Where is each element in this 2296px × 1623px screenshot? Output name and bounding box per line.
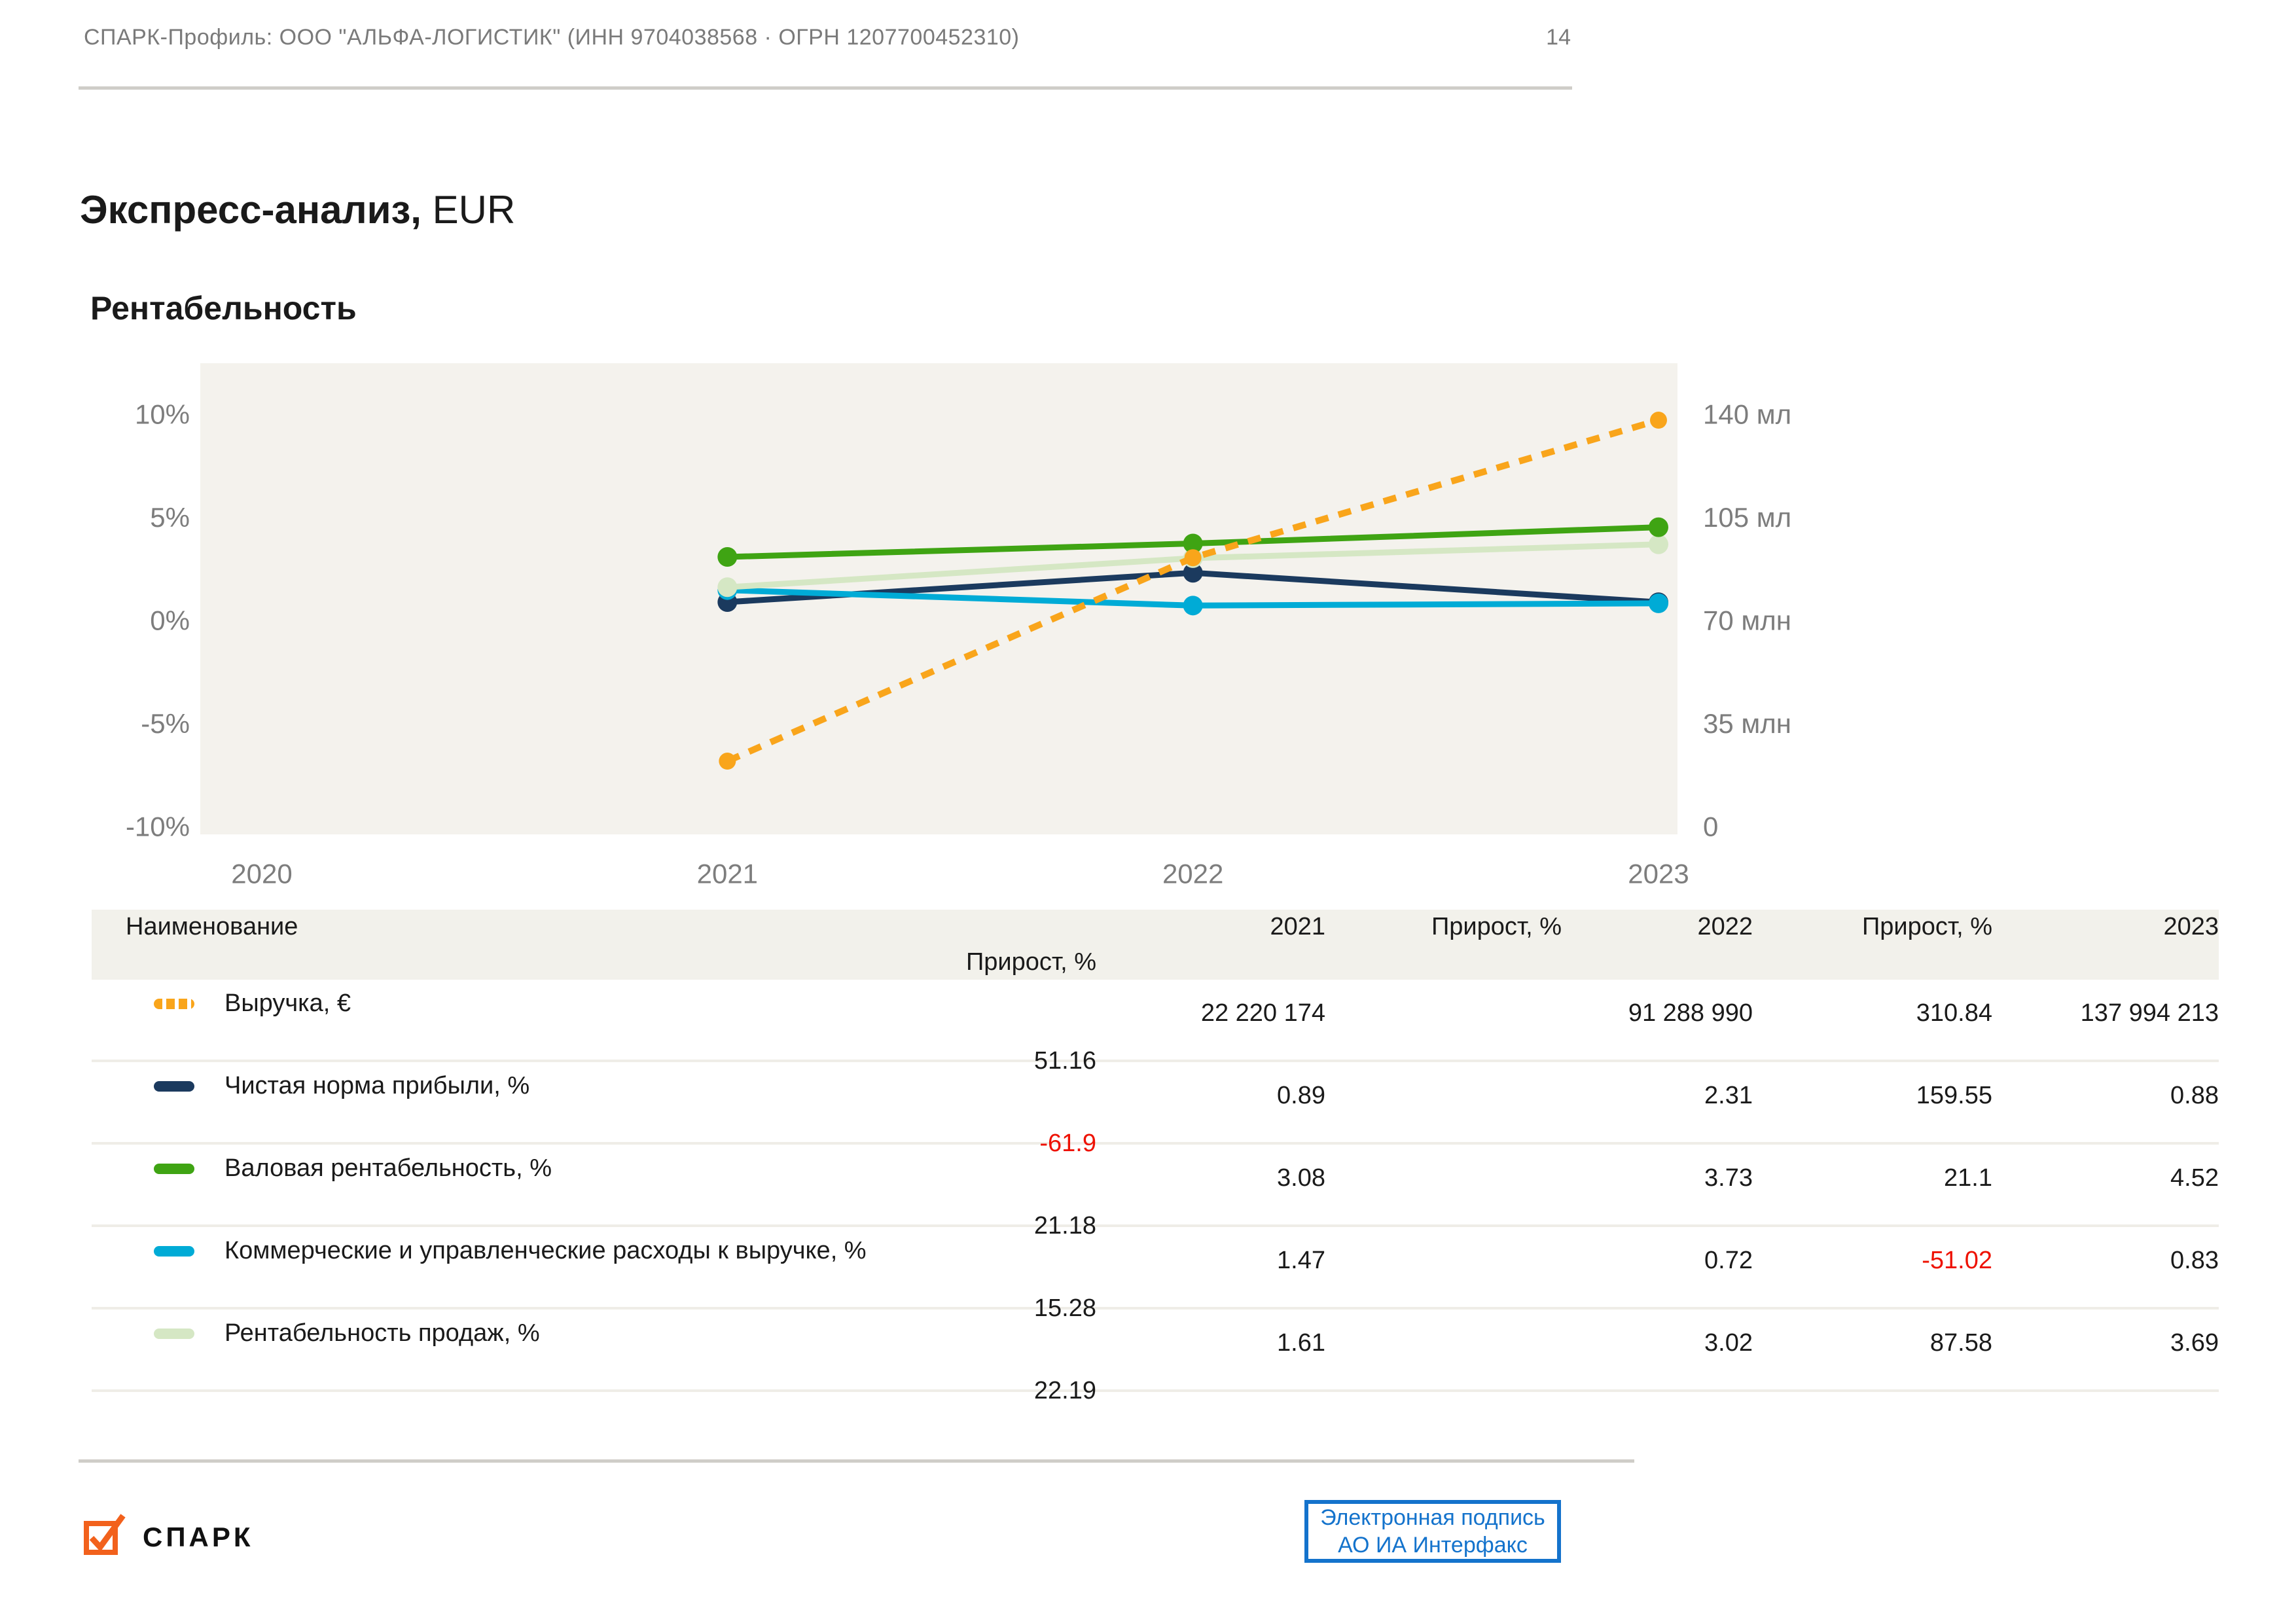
metric-name-label: Чистая норма прибыли, % [224, 1072, 530, 1099]
table-value-cell: 91 288 990 [1628, 999, 1753, 1027]
left-axis-tick: -5% [141, 708, 190, 739]
signature-line1: Электронная подпись [1320, 1505, 1545, 1530]
profitability-table: Наименование 2021 Прирост, % 2022 Прирос… [92, 910, 2219, 1404]
table-value-cell: 3.73 [1704, 1164, 1753, 1192]
table-value-cell [1325, 1227, 1562, 1247]
table-row: Коммерческие и управленческие расходы к … [92, 1227, 2219, 1322]
right-axis-tick: 0 [1703, 812, 1718, 842]
electronic-signature-button[interactable]: Электронная подпись АО ИА Интерфакс [1304, 1500, 1561, 1563]
table-body: Выручка, € 22 220 174 91 288 990 310.84 137 … [92, 980, 2219, 1404]
table-value-cell: 310.84 [1916, 999, 1992, 1027]
metric-name-label: Выручка, € [224, 990, 351, 1017]
left-axis-tick: 10% [135, 399, 190, 430]
data-point [1183, 596, 1203, 616]
table-value-cell: 1.47 [1277, 1247, 1325, 1274]
left-axis-tick: -10% [126, 812, 190, 842]
data-point [1648, 593, 1668, 613]
column-header-growth-2023: Прирост, % [965, 948, 1096, 976]
page-number: 14 [1546, 25, 1571, 50]
table-value-cell: 3.08 [1277, 1164, 1325, 1192]
metric-name-cell: Рентабельность продаж, % [92, 1310, 1131, 1357]
table-value-cell: 4.52 [2170, 1164, 2219, 1192]
legend-swatch-icon [154, 1163, 194, 1174]
column-header-growth-2021: Прирост, % [1431, 913, 1562, 941]
data-point [1184, 549, 1202, 567]
table-value-cell: 159.55 [1916, 1082, 1992, 1109]
table-value-cell: 2.31 [1704, 1082, 1753, 1109]
spark-logo-text: СПАРК [143, 1522, 254, 1552]
table-value-cell: -51.02 [1922, 1247, 1992, 1274]
data-point [1648, 534, 1668, 554]
table-value-cell [1325, 1310, 1562, 1329]
legend-swatch-icon [154, 1245, 194, 1257]
metric-name-cell: Выручка, € [92, 980, 1131, 1027]
x-axis-tick: 2020 [231, 859, 292, 889]
table-value-cell: 0.89 [1277, 1082, 1325, 1109]
table-value-cell: 0.83 [2170, 1247, 2219, 1274]
table-value-cell [1325, 980, 1562, 999]
table-value-cell: 137 994 213 [2080, 999, 2219, 1027]
x-axis-tick: 2022 [1162, 859, 1223, 889]
page-title-main: Экспресс-анализ, [80, 188, 422, 232]
right-axis-tick: 35 млн [1703, 708, 1791, 739]
table-value-cell: 1.61 [1277, 1329, 1325, 1357]
column-header-2023: 2023 [2163, 913, 2219, 941]
right-axis-tick: 70 млн [1703, 605, 1791, 636]
table-row: Выручка, € 22 220 174 91 288 990 310.84 137 … [92, 980, 2219, 1075]
metric-name-cell: Чистая норма прибыли, % [92, 1062, 1131, 1110]
legend-swatch-icon [154, 998, 194, 1009]
table-value-cell [1325, 1062, 1562, 1082]
table-value-cell: 87.58 [1929, 1329, 1992, 1357]
profitability-chart: 10% 5% 0% -5% -10% 140 млн 105 млн 70 млн 35 млн… [79, 353, 1806, 897]
metric-name-cell: Коммерческие и управленческие расходы к … [92, 1227, 1131, 1275]
page-title-currency: EUR [421, 188, 516, 232]
metric-name-label: Рентабельность продаж, % [224, 1319, 540, 1347]
data-point [717, 577, 738, 597]
column-header-name: Наименование [126, 913, 298, 941]
data-point [1649, 412, 1667, 429]
table-value-cell: 0.72 [1704, 1247, 1753, 1274]
table-row: Чистая норма прибыли, % 0.89 2.31 159.55 0.8… [92, 1062, 2219, 1157]
table-value-cell [1325, 1145, 1562, 1164]
page-title: Экспресс-анализ, EUR [80, 187, 515, 232]
spark-checkbox-icon [84, 1514, 126, 1555]
table-value-cell: 22.19 [1033, 1377, 1096, 1404]
metric-name-label: Валовая рентабельность, % [224, 1154, 552, 1182]
column-header-2022: 2022 [1697, 913, 1753, 941]
table-value-cell: 3.02 [1704, 1329, 1753, 1357]
table-row: Валовая рентабельность, % 3.08 3.73 21.1 4.5… [92, 1145, 2219, 1240]
table-value-cell: 3.69 [2170, 1329, 2219, 1357]
table-header-row: Наименование 2021 Прирост, % 2022 Прирос… [92, 910, 2219, 980]
table-value-cell: 22 220 174 [1200, 999, 1325, 1027]
metric-name-cell: Валовая рентабельность, % [92, 1145, 1131, 1192]
table-value-cell: 0.88 [2170, 1082, 2219, 1109]
right-axis-tick: 140 млн [1703, 399, 1793, 430]
spark-profile-page: { "header": { "profile_line": "СПАРК-Про… [0, 0, 2296, 1623]
metric-name-label: Коммерческие и управленческие расходы к … [224, 1237, 867, 1264]
x-axis-tick: 2021 [697, 859, 758, 889]
legend-swatch-icon [154, 1328, 194, 1339]
footer-divider [79, 1459, 1634, 1463]
left-axis-tick: 5% [150, 502, 190, 533]
table-value-cell: 21.1 [1944, 1164, 1992, 1192]
section-title: Рентабельность [90, 289, 357, 327]
header-divider [79, 86, 1572, 90]
column-header-growth-2022: Прирост, % [1861, 913, 1992, 941]
signature-line2: АО ИА Интерфакс [1338, 1533, 1528, 1558]
legend-swatch-icon [154, 1080, 194, 1092]
data-point [1648, 517, 1668, 537]
right-axis-tick: 105 млн [1703, 502, 1793, 533]
column-header-2021: 2021 [1270, 913, 1325, 941]
table-row: Рентабельность продаж, % 1.61 3.02 87.58 3.6… [92, 1310, 2219, 1404]
document-header-text: СПАРК-Профиль: ООО "АЛЬФА-ЛОГИСТИК" (ИНН… [84, 25, 1020, 50]
spark-logo: СПАРК [82, 1509, 254, 1556]
x-axis-tick: 2023 [1628, 859, 1689, 889]
data-point [717, 546, 738, 567]
profitability-chart-svg: 10% 5% 0% -5% -10% 140 млн 105 млн 70 млн 35 млн… [126, 363, 1806, 889]
data-point [719, 753, 736, 770]
left-axis-tick: 0% [150, 605, 190, 636]
